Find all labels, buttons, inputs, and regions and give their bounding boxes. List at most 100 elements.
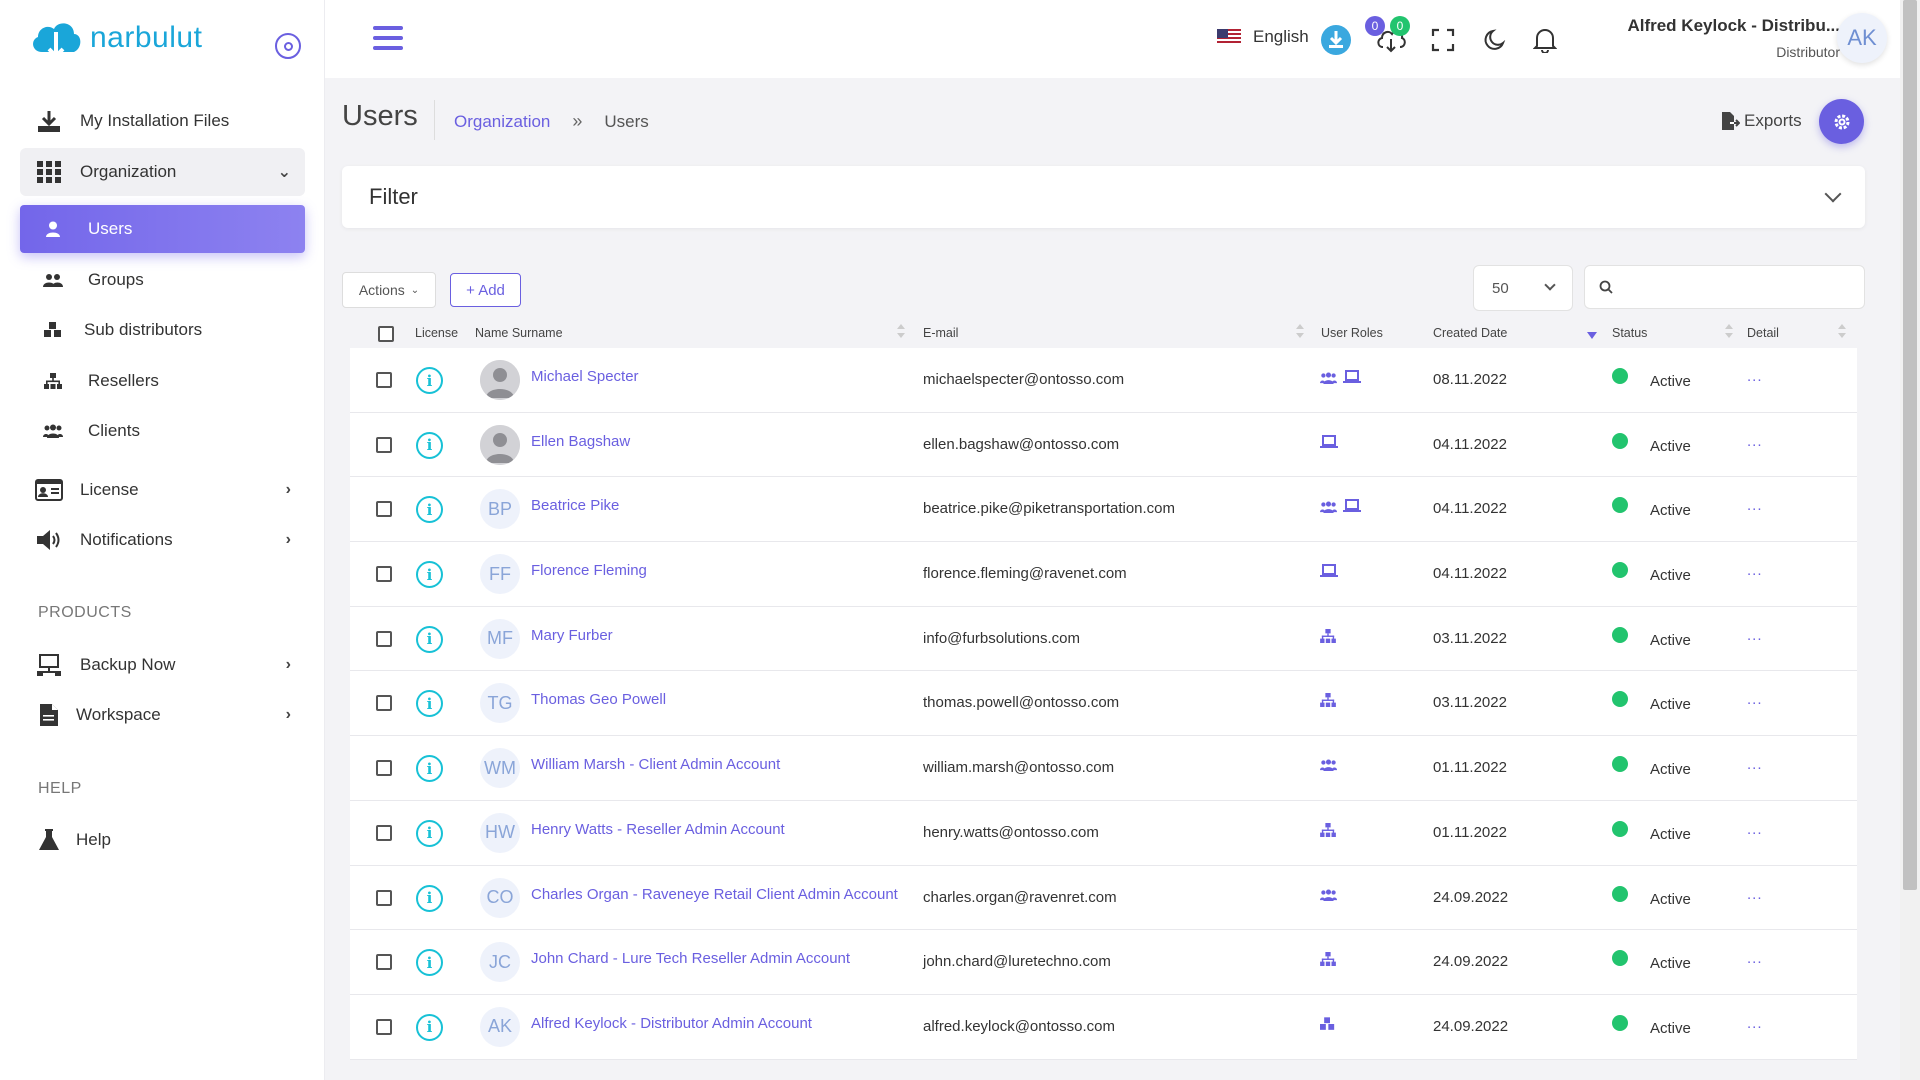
detail-menu-button[interactable]: ... [1747,1015,1763,1032]
menu-toggle-icon[interactable] [373,26,403,50]
user-name-link[interactable]: Beatrice Pike [531,497,619,514]
avatar[interactable]: AK [1837,13,1887,63]
column-license: License [415,326,459,340]
user-name-link[interactable]: Mary Furber [531,627,613,644]
fullscreen-button[interactable] [1427,24,1459,56]
sidebar-item-sub-distributors[interactable]: Sub distributors [20,306,305,354]
detail-menu-button[interactable]: ... [1747,627,1763,644]
row-checkbox[interactable] [376,889,392,906]
actions-dropdown[interactable]: Actions ⌄ [342,272,436,308]
row-checkbox[interactable] [376,501,392,518]
user-name-link[interactable]: John Chard - Lure Tech Reseller Admin Ac… [531,950,850,967]
row-checkbox[interactable] [376,760,392,777]
license-info-icon[interactable]: i [416,1013,443,1041]
add-user-button[interactable]: + Add [450,273,521,307]
language-selector[interactable]: English [1217,27,1309,47]
license-info-icon[interactable]: i [416,819,443,847]
license-info-icon[interactable]: i [416,367,443,394]
user-name-link[interactable]: Thomas Geo Powell [531,691,666,708]
gear-icon [1834,114,1849,129]
license-info-icon[interactable]: i [416,561,443,589]
user-roles [1320,499,1361,517]
column-created-date[interactable]: Created Date [1433,326,1507,340]
status-badge: Active [1650,825,1691,843]
user-name-link[interactable]: Alfred Keylock - Distributor Admin Accou… [531,1015,812,1032]
user-name-link[interactable]: Michael Specter [531,368,639,385]
user-name-link[interactable]: Charles Organ - Raveneye Retail Client A… [531,886,898,903]
row-checkbox[interactable] [376,566,392,583]
sidebar-item-groups[interactable]: Groups [20,256,305,304]
row-checkbox[interactable] [376,1018,392,1035]
sort-icon[interactable] [1725,324,1733,338]
detail-menu-button[interactable]: ... [1747,886,1763,903]
dark-mode-button[interactable] [1479,24,1511,56]
filter-panel[interactable]: Filter [342,166,1865,228]
search-field[interactable] [1584,265,1865,309]
sidebar-item-users[interactable]: Users [20,205,305,253]
select-all-checkbox[interactable] [378,326,394,342]
detail-menu-button[interactable]: ... [1747,756,1763,773]
column-user-roles: User Roles [1321,326,1383,340]
sidebar-item-license[interactable]: License › [20,466,305,514]
sidebar-item-help[interactable]: Help [20,816,305,864]
license-info-icon[interactable]: i [416,949,443,977]
user-menu[interactable]: Alfred Keylock - Distribu... Distributor [1627,16,1840,60]
sort-icon[interactable] [897,324,905,338]
row-checkbox[interactable] [376,436,392,453]
column-name[interactable]: Name Surname [475,326,563,340]
brand-logo[interactable]: narbulut [28,16,202,60]
search-input[interactable] [1621,278,1851,296]
created-date: 04.11.2022 [1433,435,1507,453]
user-email: alfred.keylock@ontosso.com [923,1017,1115,1035]
exports-button[interactable]: Exports [1720,111,1802,131]
expand-icon [1431,28,1455,52]
detail-menu-button[interactable]: ... [1747,497,1763,514]
sort-desc-icon[interactable] [1587,332,1597,339]
products-heading: PRODUCTS [38,604,132,621]
user-name-link[interactable]: Ellen Bagshaw [531,433,630,450]
column-status[interactable]: Status [1612,326,1647,340]
detail-menu-button[interactable]: ... [1747,433,1763,450]
page-size-select[interactable]: 50 [1473,265,1573,311]
license-info-icon[interactable]: i [416,884,443,912]
detail-menu-button[interactable]: ... [1747,368,1763,385]
breadcrumb-organization-link[interactable]: Organization [454,112,550,132]
sidebar-item-workspace[interactable]: Workspace › [20,691,305,739]
scrollbar-thumb[interactable] [1903,0,1917,890]
sidebar-toggle-button[interactable] [275,33,301,59]
license-info-icon[interactable]: i [416,431,443,459]
settings-button[interactable] [1819,99,1864,144]
row-checkbox[interactable] [376,695,392,712]
license-info-icon[interactable]: i [416,625,443,653]
sidebar-item-organization[interactable]: Organization ⌄ [20,148,305,196]
license-info-icon[interactable]: i [416,496,443,524]
page-title: Users [342,100,418,132]
role-users-icon [1320,888,1337,905]
user-name-link[interactable]: Henry Watts - Reseller Admin Account [531,821,785,838]
row-checkbox[interactable] [376,372,392,388]
sort-icon[interactable] [1838,324,1846,338]
license-info-icon[interactable]: i [416,690,443,718]
detail-menu-button[interactable]: ... [1747,821,1763,838]
row-checkbox[interactable] [376,630,392,647]
sidebar-item-clients[interactable]: Clients [20,407,305,455]
column-email[interactable]: E-mail [923,326,958,340]
user-email: john.chard@luretechno.com [923,953,1111,971]
sidebar-item-resellers[interactable]: Resellers [20,357,305,405]
row-checkbox[interactable] [376,954,392,971]
sidebar-item-notifications[interactable]: Notifications › [20,516,305,564]
user-name-link[interactable]: Florence Fleming [531,562,647,579]
status-badge: Active [1650,567,1691,585]
user-name-link[interactable]: William Marsh - Client Admin Account [531,756,780,773]
detail-menu-button[interactable]: ... [1747,950,1763,967]
detail-menu-button[interactable]: ... [1747,562,1763,579]
row-checkbox[interactable] [376,824,392,841]
detail-menu-button[interactable]: ... [1747,691,1763,708]
sort-icon[interactable] [1296,324,1304,338]
page-scrollbar[interactable] [1900,0,1920,1080]
sidebar-item-backup-now[interactable]: Backup Now › [20,641,305,689]
download-button[interactable] [1320,24,1352,56]
license-info-icon[interactable]: i [416,755,443,783]
sidebar-item-installation-files[interactable]: My Installation Files [20,97,305,145]
notifications-button[interactable] [1529,24,1561,56]
